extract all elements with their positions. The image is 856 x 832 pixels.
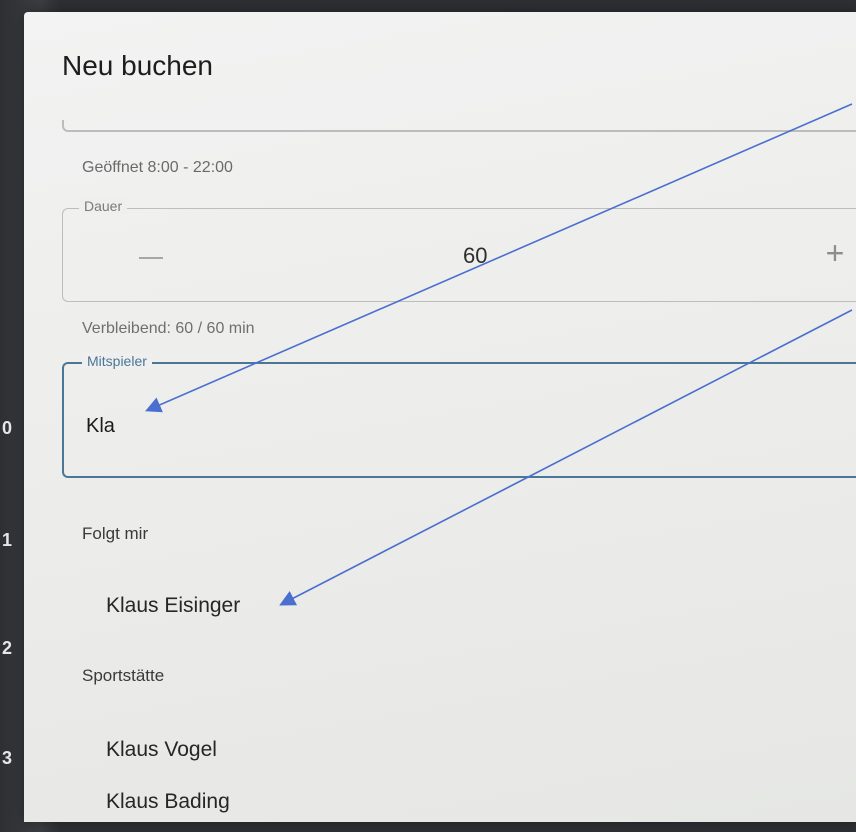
dialog-title: Neu buchen — [62, 50, 214, 81]
suggestion-item[interactable]: Klaus Eisinger — [106, 594, 240, 618]
player-search-input[interactable] — [84, 408, 828, 444]
suggestion-group-follows-me: Folgt mir — [82, 524, 149, 543]
player-label: Mitspieler — [82, 353, 152, 369]
booking-dialog: Neu buchen Geöffnet 8:00 - 22:00 Dauer 6… — [24, 12, 856, 822]
minus-icon — [139, 257, 163, 259]
duration-value: 60 — [463, 243, 488, 268]
player-field: Mitspieler — [62, 353, 856, 478]
suggestion-item[interactable]: Klaus Vogel — [106, 738, 217, 762]
duration-label: Dauer — [79, 198, 128, 214]
decrease-duration-button[interactable] — [133, 239, 169, 275]
previous-field-border — [62, 120, 856, 132]
background-row-number: 3 — [2, 748, 13, 768]
suggestion-group-facility: Sportstätte — [82, 666, 165, 685]
remaining-time-text: Verbleibend: 60 / 60 min — [82, 320, 255, 337]
background-row-number: 1 — [2, 530, 13, 550]
background-row-number: 2 — [2, 638, 13, 658]
opening-hours-text: Geöffnet 8:00 - 22:00 — [82, 159, 233, 176]
duration-field: Dauer 60 + — [62, 198, 856, 302]
suggestion-item[interactable]: Klaus Bading — [106, 790, 230, 814]
plus-icon: + — [825, 235, 845, 271]
increase-duration-button[interactable]: + — [815, 233, 855, 273]
background-row-number: 0 — [2, 418, 13, 438]
